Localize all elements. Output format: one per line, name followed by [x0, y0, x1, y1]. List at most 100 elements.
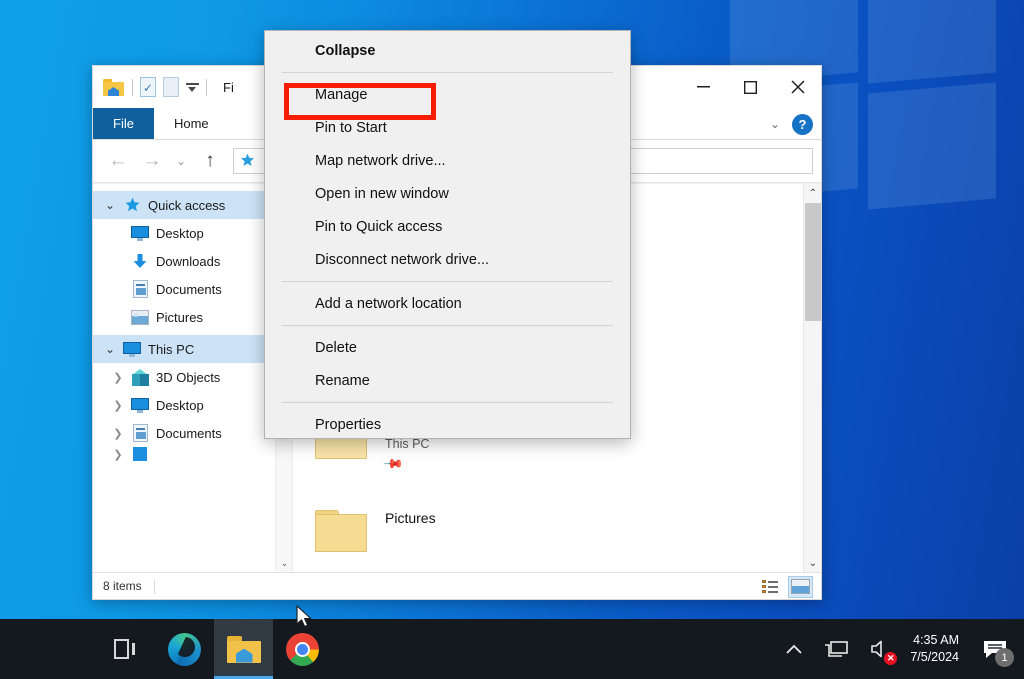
ribbon-right-controls[interactable]: ⌄ ? [770, 108, 813, 140]
folder-icon [226, 635, 261, 663]
qat-dropdown-icon[interactable] [186, 81, 199, 94]
sidebar-item-3d-objects[interactable]: ❯ 3D Objects [93, 363, 292, 391]
sidebar-item-this-pc[interactable]: ⌄ This PC [93, 335, 292, 363]
download-arrow-icon [129, 253, 151, 269]
network-icon[interactable] [813, 619, 859, 679]
file-explorer-button[interactable] [214, 619, 273, 679]
menu-item-properties[interactable]: Properties [265, 408, 630, 441]
sidebar-item-desktop-qa[interactable]: Desktop [93, 219, 292, 247]
forward-button[interactable]: → [135, 146, 169, 176]
chevron-right-icon[interactable]: ❯ [107, 448, 129, 461]
maximize-button[interactable] [727, 66, 774, 108]
context-menu[interactable]: Collapse Manage Pin to Start Map network… [264, 30, 631, 439]
sidebar-item-pictures[interactable]: Pictures [93, 303, 292, 331]
qat-separator-2 [206, 78, 207, 96]
details-view-button[interactable] [758, 576, 783, 598]
cube-icon [129, 368, 151, 386]
sidebar-item-label: Desktop [156, 397, 204, 413]
sidebar-item-documents-qa[interactable]: Documents [93, 275, 292, 303]
notifications-button[interactable]: 1 [972, 619, 1018, 679]
folder-tree[interactable]: ⌄ Quick access Desktop Downloads Documen… [93, 184, 292, 461]
taskbar[interactable]: ✕ 4:35 AM 7/5/2024 1 [0, 619, 1024, 679]
show-hidden-icons-button[interactable] [775, 619, 813, 679]
help-icon[interactable]: ? [792, 113, 813, 135]
sidebar-item-label: Downloads [156, 253, 221, 269]
sidebar-item-label: Pictures [156, 309, 203, 325]
chrome-button[interactable] [273, 619, 332, 679]
chevron-down-icon[interactable]: ⌄ [99, 198, 121, 212]
recent-locations-button[interactable]: ⌄ [169, 146, 193, 176]
volume-muted-icon[interactable]: ✕ [859, 619, 901, 679]
status-separator [153, 578, 155, 594]
sidebar-item-partial[interactable]: ❯ [93, 447, 292, 461]
view-buttons[interactable] [758, 573, 813, 600]
monitor-icon [129, 397, 151, 413]
clock[interactable]: 4:35 AM 7/5/2024 [901, 632, 972, 666]
menu-item-rename[interactable]: Rename [265, 364, 630, 397]
menu-item-collapse[interactable]: Collapse [265, 34, 630, 67]
task-view-icon [113, 639, 138, 659]
chevron-down-icon[interactable]: ⌄ [770, 117, 780, 131]
chevron-right-icon[interactable]: ❯ [107, 371, 129, 384]
sidebar-item-documents-pc[interactable]: ❯ Documents [93, 419, 292, 447]
menu-item-disconnect-network-drive[interactable]: Disconnect network drive... [265, 243, 630, 276]
menu-item-pin-to-start[interactable]: Pin to Start [265, 111, 630, 144]
minimize-button[interactable] [680, 66, 727, 108]
pin-icon: 📌 [382, 452, 405, 475]
scrollbar-thumb[interactable] [805, 203, 821, 321]
sidebar-item-downloads[interactable]: Downloads [93, 247, 292, 275]
back-button[interactable]: ← [101, 146, 135, 176]
tab-file[interactable]: File [93, 108, 154, 139]
menu-item-delete[interactable]: Delete [265, 331, 630, 364]
system-tray[interactable]: ✕ 4:35 AM 7/5/2024 1 [775, 619, 1024, 679]
list-item[interactable]: Pictures [311, 500, 821, 572]
window-title: Fi [223, 79, 234, 95]
menu-item-map-network-drive[interactable]: Map network drive... [265, 144, 630, 177]
sidebar-item-quick-access[interactable]: ⌄ Quick access [93, 191, 292, 219]
monitor-icon [129, 225, 151, 241]
new-folder-icon[interactable] [163, 77, 179, 97]
menu-item-pin-to-quick-access[interactable]: Pin to Quick access [265, 210, 630, 243]
window-controls[interactable] [680, 66, 821, 108]
star-icon [121, 197, 143, 213]
sidebar-item-desktop-pc[interactable]: ❯ Desktop [93, 391, 292, 419]
properties-icon[interactable] [140, 77, 156, 97]
sidebar-item-label: Quick access [148, 197, 226, 213]
menu-separator [282, 325, 613, 326]
sidebar-item-label: This PC [148, 341, 195, 357]
tab-home[interactable]: Home [154, 108, 229, 139]
document-icon [129, 424, 151, 442]
navigation-pane[interactable]: ⌄ Quick access Desktop Downloads Documen… [93, 184, 293, 572]
menu-item-add-network-location[interactable]: Add a network location [265, 287, 630, 320]
taskbar-buttons[interactable] [0, 619, 332, 679]
chrome-icon [286, 632, 319, 666]
chevron-right-icon[interactable]: ❯ [107, 399, 129, 412]
up-button[interactable]: ↑ [193, 146, 227, 176]
file-name: Pictures [385, 510, 436, 526]
status-bar: 8 items [93, 572, 821, 599]
sidebar-item-label: Documents [156, 281, 222, 297]
chevron-right-icon[interactable]: ❯ [107, 427, 129, 440]
quick-access-toolbar[interactable]: Fi [93, 76, 234, 98]
sidebar-item-label: 3D Objects [156, 369, 221, 385]
sidebar-item-label: Desktop [156, 225, 204, 241]
desktop[interactable]: Fi File Home ⌄ ? [0, 0, 1024, 679]
qat-separator [132, 78, 133, 96]
folder-icon[interactable] [103, 76, 125, 98]
menu-item-open-in-new-window[interactable]: Open in new window [265, 177, 630, 210]
scroll-down-arrow-icon[interactable]: ⌄ [276, 555, 292, 572]
task-view-button[interactable] [96, 619, 155, 679]
file-list-scrollbar[interactable]: ⌃ ⌄ [803, 184, 821, 572]
chevron-down-icon[interactable]: ⌄ [99, 342, 121, 356]
clock-time: 4:35 AM [913, 633, 959, 647]
menu-separator [282, 402, 613, 403]
menu-separator [282, 281, 613, 282]
large-icons-view-button[interactable] [788, 575, 813, 598]
close-button[interactable] [774, 66, 821, 108]
list-item-text: Pictures [385, 506, 436, 526]
scroll-up-arrow-icon[interactable]: ⌃ [804, 184, 821, 202]
scroll-down-arrow-icon[interactable]: ⌄ [804, 554, 821, 572]
edge-button[interactable] [155, 619, 214, 679]
menu-item-manage[interactable]: Manage [265, 78, 630, 111]
picture-icon [129, 309, 151, 325]
